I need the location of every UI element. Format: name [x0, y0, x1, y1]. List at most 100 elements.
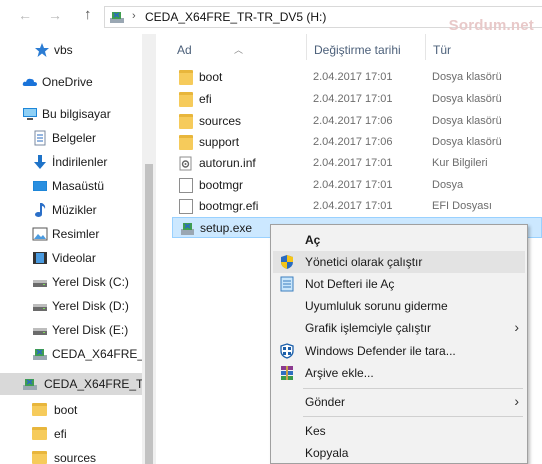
file-row-efi[interactable]: efi 2.04.2017 17:01 Dosya klasörü [172, 89, 542, 110]
menu-separator [303, 388, 523, 389]
winrar-icon [281, 366, 293, 380]
nav-item-onedrive[interactable]: OneDrive [0, 71, 142, 93]
context-menu: Aç Yönetici olarak çalıştır Not Defteri … [270, 224, 528, 464]
arrow-up-icon[interactable]: ↑ [84, 6, 92, 23]
file-row-support[interactable]: support 2.04.2017 17:06 Dosya klasörü [172, 132, 542, 153]
menu-item-defender-scan[interactable]: Windows Defender ile tara... [273, 340, 525, 362]
sort-ascending-icon: ︿ [234, 45, 244, 55]
file-type: Dosya klasörü [432, 136, 502, 148]
scrollbar-thumb[interactable] [145, 164, 153, 464]
column-header-type[interactable]: Tür [433, 43, 451, 57]
file-date: 2.04.2017 17:06 [313, 136, 393, 148]
file-row-autorun-inf[interactable]: autorun.inf 2.04.2017 17:01 Kur Bilgiler… [172, 153, 542, 174]
address-bar-row: ← → ↑ › CEDA_X64FRE_TR-TR_DV5 (H:) Sordu… [0, 0, 542, 34]
nav-item-label: vbs [54, 43, 73, 57]
defender-icon [280, 343, 294, 359]
file-date: 2.04.2017 17:01 [313, 179, 393, 191]
nav-item-videos[interactable]: Videolar [0, 247, 142, 269]
column-header-name[interactable]: Ad [177, 43, 192, 57]
folder-icon [179, 92, 193, 107]
uac-shield-icon [281, 255, 293, 269]
menu-item-label: Not Defteri ile Aç [305, 277, 395, 291]
file-name: setup.exe [200, 221, 253, 235]
notepad-icon [280, 276, 294, 292]
pinned-star-icon [35, 43, 49, 57]
menu-item-add-to-archive[interactable]: Arşive ekle... [273, 362, 525, 384]
menu-item-open[interactable]: Aç [273, 229, 525, 251]
drive-icon [33, 328, 47, 335]
menu-item-compatibility[interactable]: Uyumluluk sorunu giderme [273, 295, 525, 317]
pictures-icon [32, 227, 48, 241]
breadcrumb-current-drive[interactable]: CEDA_X64FRE_TR-TR_DV5 (H:) [145, 10, 326, 24]
nav-item-dvd-drive[interactable]: CEDA_X64FRE_T [0, 343, 142, 365]
nav-item-drive-c[interactable]: Yerel Disk (C:) [0, 271, 142, 293]
column-header-row: ︿ Ad Değiştirme tarihi Tür [156, 34, 542, 66]
nav-item-documents[interactable]: Belgeler [0, 127, 142, 149]
nav-item-label: sources [54, 451, 97, 464]
nav-item-label: Bu bilgisayar [42, 107, 111, 121]
chevron-right-icon: › [514, 393, 519, 409]
computer-icon [23, 108, 37, 120]
nav-item-folder-sources[interactable]: sources [0, 447, 142, 464]
file-type: EFI Dosyası [432, 200, 492, 212]
drive-icon [33, 280, 47, 287]
nav-item-label: boot [54, 403, 78, 417]
file-row-sources[interactable]: sources 2.04.2017 17:06 Dosya klasörü [172, 111, 542, 132]
file-name: bootmgr [199, 178, 244, 192]
dvd-drive-icon [110, 12, 124, 23]
menu-item-label: Arşive ekle... [305, 366, 374, 380]
file-row-bootmgr-efi[interactable]: bootmgr.efi 2.04.2017 17:01 EFI Dosyası [172, 196, 542, 217]
menu-item-cut[interactable]: Kes [273, 420, 525, 442]
file-name: boot [199, 70, 223, 84]
address-bar[interactable]: › CEDA_X64FRE_TR-TR_DV5 (H:) Sordum.net [104, 6, 542, 34]
file-row-boot[interactable]: boot 2.04.2017 17:01 Dosya klasörü [172, 67, 542, 88]
arrow-right-icon[interactable]: → [48, 7, 62, 23]
breadcrumb-separator: › [132, 10, 136, 22]
menu-item-run-as-admin[interactable]: Yönetici olarak çalıştır [273, 251, 525, 273]
menu-item-label: Uyumluluk sorunu giderme [305, 299, 448, 313]
nav-item-label: Videolar [52, 251, 96, 265]
dvd-drive-icon [33, 349, 47, 360]
file-date: 2.04.2017 17:01 [313, 93, 393, 105]
file-date: 2.04.2017 17:01 [313, 200, 393, 212]
file-type: Dosya klasörü [432, 71, 502, 83]
nav-item-this-pc[interactable]: Bu bilgisayar [0, 103, 142, 125]
file-type: Dosya klasörü [432, 93, 502, 105]
nav-item-drive-e[interactable]: Yerel Disk (E:) [0, 319, 142, 341]
menu-item-copy[interactable]: Kopyala [273, 442, 525, 464]
arrow-left-icon[interactable]: ← [18, 7, 32, 23]
folder-icon [179, 70, 193, 85]
nav-item-desktop[interactable]: Masaüstü [0, 175, 142, 197]
file-date: 2.04.2017 17:01 [313, 71, 393, 83]
nav-item-music[interactable]: Müzikler [0, 199, 142, 221]
nav-item-folder-boot[interactable]: boot [0, 399, 142, 421]
nav-item-label: efi [54, 427, 67, 441]
nav-item-label: Yerel Disk (C:) [52, 275, 129, 289]
nav-item-label: CEDA_X64FRE_TR- [44, 377, 142, 391]
menu-item-label: Grafik işlemciyle çalıştır [305, 321, 432, 335]
column-divider[interactable] [425, 34, 426, 60]
nav-item-label: İndirilenler [52, 155, 108, 169]
file-name: autorun.inf [199, 156, 256, 170]
nav-item-label: CEDA_X64FRE_T [52, 347, 142, 361]
file-row-bootmgr[interactable]: bootmgr 2.04.2017 17:01 Dosya [172, 175, 542, 196]
file-type: Dosya [432, 179, 464, 191]
menu-item-send-to[interactable]: Gönder › [273, 391, 525, 413]
nav-item-label: OneDrive [42, 75, 93, 89]
nav-item-downloads[interactable]: İndirilenler [0, 151, 142, 173]
drive-icon [33, 304, 47, 311]
nav-item-dvd-drive-expanded[interactable]: CEDA_X64FRE_TR- [0, 373, 142, 395]
onedrive-cloud-icon [22, 78, 37, 86]
folder-icon [179, 135, 193, 150]
nav-item-pictures[interactable]: Resimler [0, 223, 142, 245]
column-divider[interactable] [306, 34, 307, 60]
dvd-drive-icon [23, 379, 37, 390]
nav-pane-scrollbar[interactable] [142, 34, 156, 464]
column-header-date[interactable]: Değiştirme tarihi [314, 43, 401, 57]
nav-item-folder-efi[interactable]: efi [0, 423, 142, 445]
menu-item-run-with-gpu[interactable]: Grafik işlemciyle çalıştır › [273, 317, 525, 339]
menu-item-open-with-notepad[interactable]: Not Defteri ile Aç [273, 273, 525, 295]
file-name: sources [199, 114, 242, 128]
nav-item-drive-d[interactable]: Yerel Disk (D:) [0, 295, 142, 317]
nav-item-vbs[interactable]: vbs [0, 39, 142, 61]
